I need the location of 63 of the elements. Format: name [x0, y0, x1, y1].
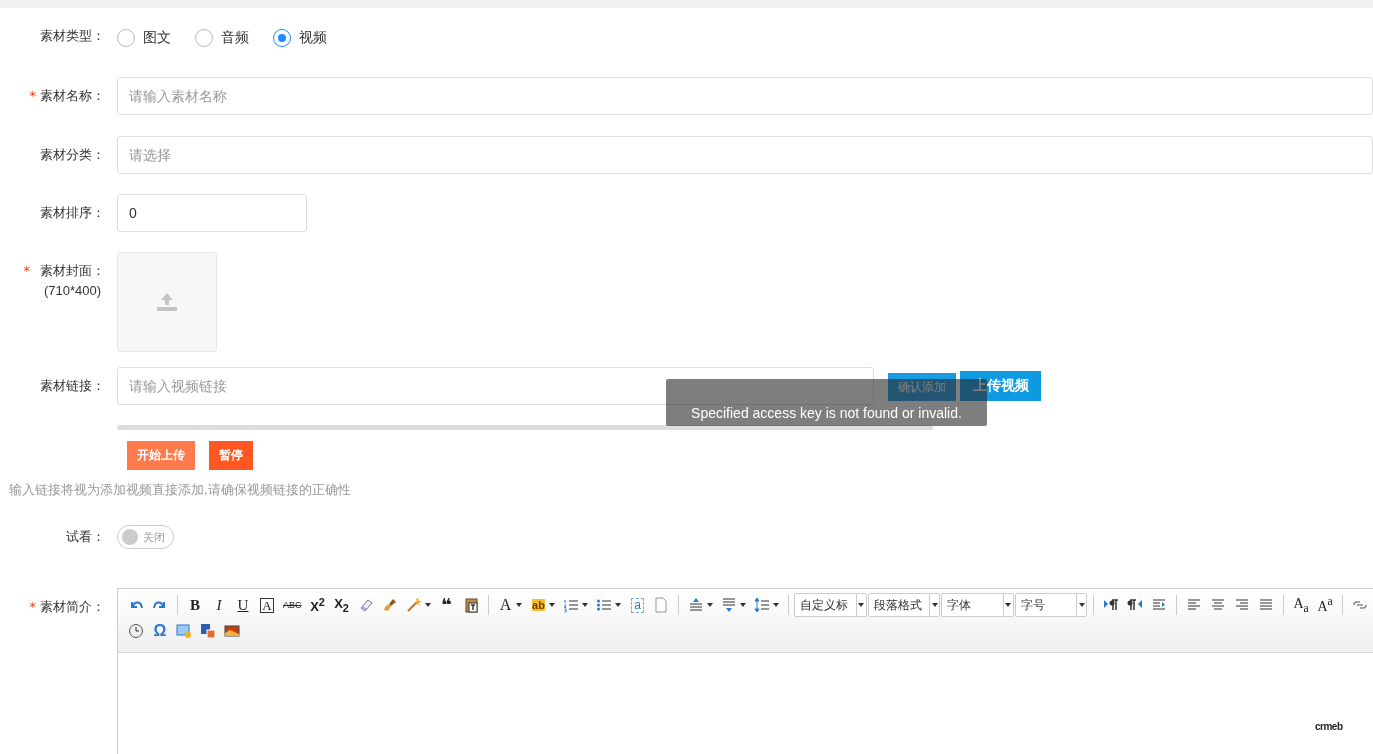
omega-icon[interactable]: Ω: [152, 622, 168, 640]
size-hint: (710*400): [43, 282, 102, 300]
upload-icon: [157, 293, 177, 311]
caret-icon[interactable]: [707, 603, 714, 607]
form-label: 素材封面：: [40, 262, 105, 280]
form-label: 试看：: [66, 528, 105, 546]
form-label: 素材简介：: [40, 598, 105, 616]
caret-icon[interactable]: [931, 603, 938, 607]
paste-text-icon[interactable]: [462, 596, 479, 614]
underline-icon[interactable]: U: [235, 596, 251, 614]
hint-text: 输入链接将视为添加视频直接添加,请确保视频链接的正确性: [9, 482, 351, 497]
subscript-icon[interactable]: X$_{2}$: [333, 596, 350, 614]
format-dropdown[interactable]: 字号: [1014, 593, 1088, 617]
spacing-bottom-icon[interactable]: [721, 596, 738, 614]
format-dropdown[interactable]: 段落格式: [867, 593, 941, 617]
magic-wand-icon[interactable]: [405, 596, 422, 614]
superscript-icon[interactable]: X$^{2}$: [309, 596, 326, 614]
caret-icon[interactable]: [549, 603, 556, 607]
caret-icon[interactable]: [1078, 603, 1085, 607]
word-image-icon[interactable]: [200, 622, 216, 640]
font-border-icon[interactable]: A: [259, 596, 275, 614]
form-label: 素材类型：: [40, 27, 105, 45]
caret-icon[interactable]: [858, 603, 865, 607]
quote-icon[interactable]: ❝: [438, 596, 455, 614]
logo-text: crmeb: [1315, 721, 1343, 732]
caret-icon[interactable]: [740, 603, 747, 607]
image-icon[interactable]: [176, 622, 192, 640]
spacing-top-icon[interactable]: [688, 596, 705, 614]
input-field[interactable]: 请输入素材名称: [117, 77, 1373, 115]
format-dropdown[interactable]: 自定义标: [794, 593, 867, 617]
letter-case-icon[interactable]: A$^{a}$: [1317, 596, 1334, 614]
clock-icon[interactable]: [128, 622, 144, 640]
form-label: 素材排序：: [40, 204, 105, 222]
required-mark: *: [29, 599, 36, 614]
format-dropdown[interactable]: 字体: [941, 593, 1014, 617]
italic-icon[interactable]: I: [211, 596, 227, 614]
bold-icon[interactable]: B: [187, 596, 203, 614]
line-height-icon[interactable]: [754, 596, 771, 614]
input-field[interactable]: 请输入视频链接: [117, 367, 874, 405]
radio-option[interactable]: 图文: [117, 28, 171, 47]
select-field[interactable]: 请选择: [117, 136, 1373, 174]
input-field[interactable]: 0: [117, 194, 307, 232]
brush-icon[interactable]: [381, 596, 398, 614]
form-label: 素材链接：: [40, 377, 105, 395]
radio-option[interactable]: 视频: [273, 28, 327, 47]
strikethrough-icon[interactable]: ABC: [283, 596, 302, 614]
caret-icon[interactable]: [615, 603, 622, 607]
caret-icon[interactable]: [516, 603, 523, 607]
form-label: 素材名称：: [40, 87, 105, 105]
radio-option[interactable]: 音频: [195, 28, 249, 47]
caret-icon[interactable]: [582, 603, 589, 607]
editor-content-area[interactable]: crmeb: [118, 653, 1373, 754]
highlight-icon[interactable]: ab: [530, 596, 547, 614]
caret-icon[interactable]: [1005, 603, 1012, 607]
required-mark: *: [29, 88, 36, 103]
required-mark: *: [23, 263, 30, 278]
caret-icon[interactable]: [773, 603, 780, 607]
caret-icon[interactable]: [424, 603, 431, 607]
anchor-icon[interactable]: a: [629, 596, 646, 614]
form-label: 素材分类：: [40, 146, 105, 164]
letter-case-icon[interactable]: A$_{a}$: [1293, 596, 1310, 614]
picture-icon[interactable]: [224, 622, 240, 640]
font-color-icon[interactable]: A: [497, 596, 514, 614]
